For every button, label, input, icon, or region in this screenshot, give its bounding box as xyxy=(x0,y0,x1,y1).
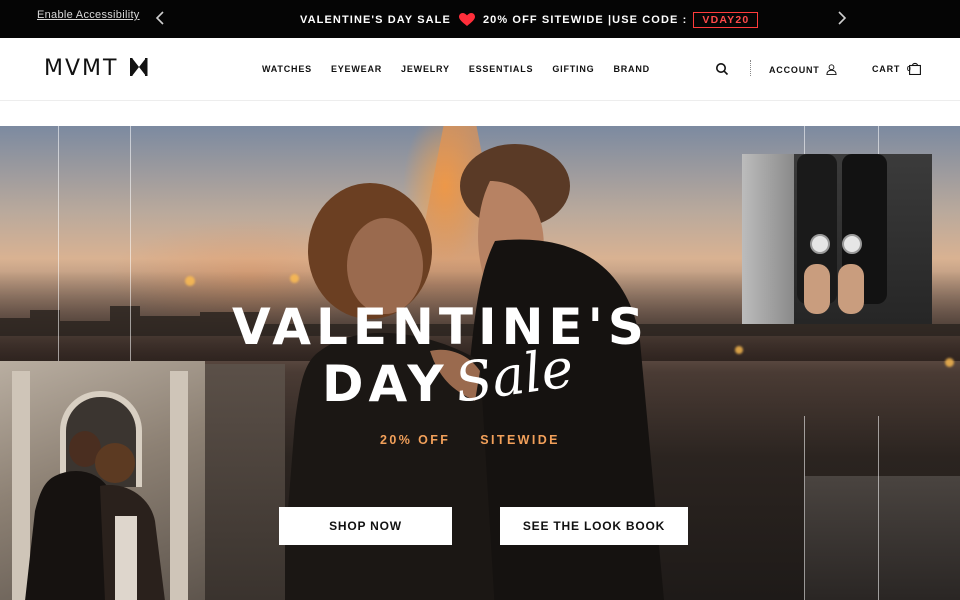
sub-offer: 20% OFF xyxy=(380,433,451,447)
search-icon xyxy=(716,63,729,76)
chevron-right-icon xyxy=(838,11,847,25)
rooftop-photo xyxy=(805,476,960,600)
shop-now-button[interactable]: SHOP NOW xyxy=(279,507,452,545)
heart-icon xyxy=(458,13,475,27)
account-button[interactable]: ACCOUNT xyxy=(769,64,837,75)
account-label: ACCOUNT xyxy=(769,64,820,75)
nav-gifting[interactable]: GIFTING xyxy=(552,64,594,74)
site-header: MVMT WATCHES EYEWEAR JEWELRY ESSENTIALS … xyxy=(0,38,960,101)
search-button[interactable] xyxy=(715,62,729,76)
header-divider xyxy=(750,60,752,76)
light-bokeh xyxy=(735,346,743,354)
headline-line1: VALENTINE'S xyxy=(232,298,649,356)
light-bokeh xyxy=(945,358,954,367)
look-book-button[interactable]: SEE THE LOOK BOOK xyxy=(500,507,688,545)
frame-line xyxy=(804,126,805,154)
light-bokeh xyxy=(185,276,195,286)
user-icon xyxy=(826,64,837,75)
cart-count: 0 xyxy=(906,66,912,73)
chevron-left-icon xyxy=(155,11,164,25)
frame-line xyxy=(878,416,879,600)
cart-button[interactable]: CART 0 xyxy=(872,62,922,76)
promo-message: VALENTINE'S DAY SALE 20% OFF SITEWIDE |U… xyxy=(300,11,759,29)
mvmt-logo[interactable]: MVMT xyxy=(44,55,148,81)
hero-subheadline: 20% OFF SITEWIDE xyxy=(380,433,560,447)
nav-brand[interactable]: BRAND xyxy=(613,64,650,74)
previous-announcement-button[interactable] xyxy=(149,7,171,29)
nav-watches[interactable]: WATCHES xyxy=(262,64,312,74)
headline-line2: DAY xyxy=(322,355,449,413)
hero-banner[interactable]: VALENTINE'S DAY Sale 20% OFF SITEWIDE SH… xyxy=(0,126,960,600)
logo-text: MVMT xyxy=(44,56,118,79)
enable-accessibility-link[interactable]: Enable Accessibility xyxy=(37,9,140,21)
sub-sitewide: SITEWIDE xyxy=(480,433,560,447)
promo-code-badge: VDAY20 xyxy=(693,12,759,28)
next-announcement-button[interactable] xyxy=(831,7,853,29)
frame-line xyxy=(130,126,131,361)
nav-jewelry[interactable]: JEWELRY xyxy=(401,64,450,74)
couple-street-photo xyxy=(0,361,205,600)
cart-label: CART xyxy=(872,63,901,74)
frame-line xyxy=(878,126,879,154)
main-nav: WATCHES EYEWEAR JEWELRY ESSENTIALS GIFTI… xyxy=(262,64,669,74)
watches-photo xyxy=(742,154,932,324)
promo-text: VALENTINE'S DAY SALE xyxy=(300,14,451,26)
building-photo xyxy=(205,364,285,600)
bag-icon: 0 xyxy=(903,62,922,76)
couple-figure xyxy=(25,431,165,600)
watch-image xyxy=(842,234,862,254)
announcement-bar: Enable Accessibility VALENTINE'S DAY SAL… xyxy=(0,0,960,38)
nav-eyewear[interactable]: EYEWEAR xyxy=(331,64,382,74)
nav-essentials[interactable]: ESSENTIALS xyxy=(469,64,534,74)
frame-line xyxy=(58,126,59,361)
watch-image xyxy=(810,234,830,254)
promo-offer: 20% OFF SITEWIDE |USE CODE : xyxy=(482,14,688,26)
frame-line xyxy=(804,416,805,600)
